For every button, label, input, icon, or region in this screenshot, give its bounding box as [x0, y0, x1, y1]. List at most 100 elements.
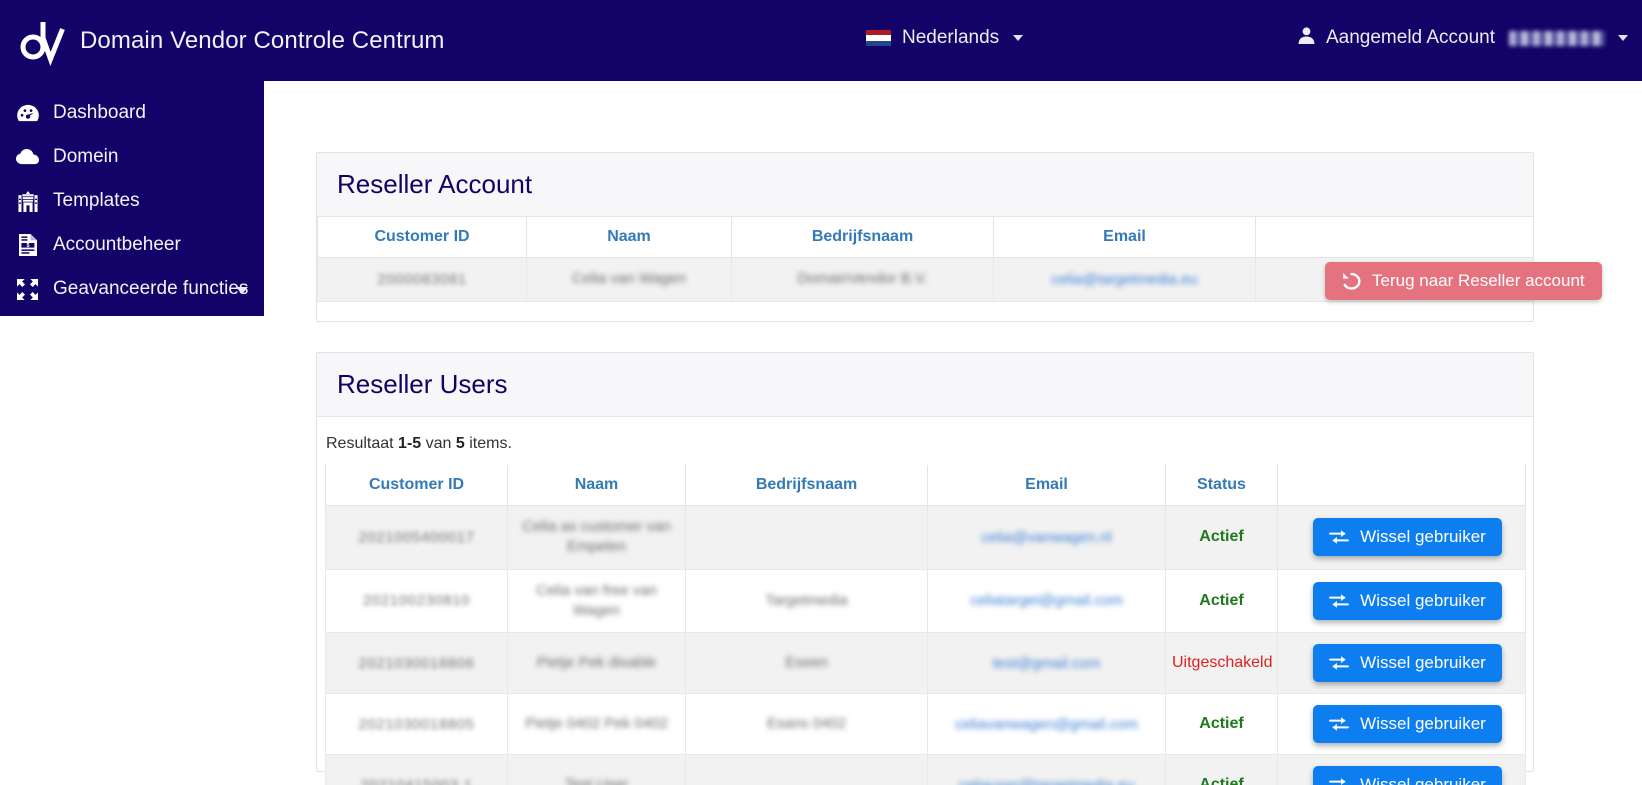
- tachometer-icon: [16, 102, 39, 124]
- result-range: 1-5: [398, 435, 422, 452]
- button-label: Wissel gebruiker: [1360, 653, 1486, 672]
- sidebar-item-dashboard[interactable]: Dashboard: [0, 91, 264, 135]
- cell-naam: Celia as customer van Empelen: [507, 505, 686, 570]
- sidebar-item-geavanceerde-functies[interactable]: Geavanceerde functies: [0, 267, 264, 311]
- status-badge: Actief: [1199, 715, 1244, 732]
- sidebar-item-label: Domein: [53, 146, 119, 167]
- wissel-gebruiker-button[interactable]: Wissel gebruiker: [1313, 705, 1502, 743]
- column-header-naam[interactable]: Naam: [507, 465, 686, 506]
- language-selector[interactable]: Nederlands: [866, 27, 1024, 49]
- wissel-gebruiker-button[interactable]: Wissel gebruiker: [1313, 644, 1502, 682]
- column-header-naam[interactable]: Naam: [526, 217, 732, 258]
- svg-text:$: $: [26, 243, 29, 249]
- cell-customer-id: 202100230810: [325, 568, 508, 633]
- cell-naam: Pietje Pek disable: [507, 632, 686, 694]
- cell-naam: Celia van Wagen: [526, 257, 732, 302]
- cell-naam: Pietje 0402 Pek 0402: [507, 693, 686, 755]
- sidebar-item-domein[interactable]: Domein: [0, 135, 264, 179]
- cell-status: Actief: [1165, 693, 1278, 755]
- sidebar-item-label: Geavanceerde functies: [53, 278, 249, 299]
- cell-status: Actief: [1165, 568, 1278, 633]
- page-title: Reseller Account: [337, 169, 533, 199]
- netherlands-flag-icon: [866, 29, 891, 47]
- terug-naar-reseller-account-button[interactable]: Terug naar Reseller account: [1325, 262, 1602, 300]
- cloud-icon: [16, 146, 39, 168]
- reseller-users-table: Customer ID Naam Bedrijfsnaam Email Stat…: [325, 465, 1526, 785]
- reseller-users-card: Reseller Users Resultaat 1-5 van 5 items…: [316, 352, 1534, 785]
- top-header-bar: Domain Vendor Controle Centrum Nederland…: [0, 0, 1642, 81]
- sidebar-item-templates[interactable]: Templates: [0, 179, 264, 223]
- column-header-status[interactable]: Status: [1165, 465, 1278, 506]
- language-label: Nederlands: [902, 27, 1000, 48]
- sidebar-nav: Dashboard Domein Templates $ Accountbehe…: [0, 81, 264, 316]
- cell-customer-id: 2000083081: [317, 257, 527, 302]
- account-menu[interactable]: Aangemeld Account: [1297, 26, 1628, 50]
- column-header-actions: [1255, 217, 1534, 258]
- user-icon: [1297, 26, 1316, 50]
- cell-customer-id: 20210415003 1: [325, 754, 508, 785]
- column-header-email[interactable]: Email: [993, 217, 1256, 258]
- column-header-bedrijfsnaam[interactable]: Bedrijfsnaam: [685, 465, 928, 506]
- brand[interactable]: Domain Vendor Controle Centrum: [0, 15, 445, 67]
- cell-bedrijfsnaam: DomainVendor B.V.: [731, 257, 994, 302]
- sidebar-item-accountbeheer[interactable]: $ Accountbeheer: [0, 223, 264, 267]
- reseller-users-table-body: 2021005400017 Celia as customer van Empel…: [325, 505, 1526, 785]
- main-content: Reseller Account Customer ID Naam Bedrij…: [264, 81, 1642, 785]
- chevron-down-icon[interactable]: [236, 287, 248, 294]
- exchange-arrows-icon: [1329, 716, 1350, 732]
- sidebar-item-label: Dashboard: [53, 102, 146, 123]
- table-row: 20210415003 1 Test User celiauser@targetme…: [325, 754, 1526, 785]
- cell-bedrijfsnaam: Eseen: [685, 632, 928, 694]
- cell-naam: Celia van free van Wagen: [507, 568, 686, 633]
- button-label: Wissel gebruiker: [1360, 527, 1486, 547]
- chevron-down-icon: [1618, 35, 1628, 41]
- cell-customer-id: 2021030018805: [325, 693, 508, 755]
- cell-customer-id: 2021005400017: [325, 505, 508, 570]
- cell-bedrijfsnaam: Targetmedia: [685, 568, 928, 633]
- status-badge: Actief: [1199, 776, 1244, 785]
- dv-monogram-logo: [18, 15, 66, 67]
- column-header-customer-id[interactable]: Customer ID: [325, 465, 508, 506]
- app-title: Domain Vendor Controle Centrum: [80, 26, 445, 54]
- cell-email[interactable]: celiauser@targetmedia.eu: [927, 754, 1166, 785]
- table-header-row: Customer ID Naam Bedrijfsnaam Email Stat…: [325, 465, 1526, 506]
- exchange-arrows-icon: [1329, 777, 1349, 785]
- column-header-actions: [1277, 465, 1526, 506]
- sidebar-item-label: Templates: [53, 190, 140, 211]
- wissel-gebruiker-button[interactable]: Wissel gebruiker: [1313, 518, 1502, 557]
- reseller-users-card-body: Resultaat 1-5 van 5 items. Customer ID N…: [317, 417, 1533, 785]
- column-header-bedrijfsnaam[interactable]: Bedrijfsnaam: [731, 217, 994, 258]
- column-header-email[interactable]: Email: [927, 465, 1166, 506]
- cell-actions: Wissel gebruiker: [1277, 632, 1526, 694]
- cell-email[interactable]: celiavanwagen@gmail.com: [927, 693, 1166, 755]
- wissel-gebruiker-button[interactable]: Wissel gebruiker: [1313, 766, 1502, 785]
- account-name-redacted: [1509, 30, 1605, 46]
- reseller-account-card-header: Reseller Account: [317, 153, 1533, 217]
- cell-status: Actief: [1165, 505, 1278, 570]
- cell-email[interactable]: celiatarget@gmail.com: [927, 568, 1166, 633]
- cell-bedrijfsnaam: Esans 0402: [685, 693, 928, 755]
- cell-naam: Test User: [507, 754, 686, 785]
- column-header-customer-id[interactable]: Customer ID: [317, 217, 527, 258]
- cell-actions: Wissel gebruiker: [1277, 505, 1526, 570]
- button-label: Wissel gebruiker: [1360, 714, 1486, 733]
- table-row: 2021030018805 Pietje 0402 Pek 0402 Esans 0…: [325, 693, 1526, 755]
- status-badge: Uitgeschakeld: [1172, 654, 1273, 671]
- cell-bedrijfsnaam: [685, 754, 928, 785]
- sidebar-item-label: Accountbeheer: [53, 234, 181, 255]
- chevron-down-icon: [1013, 35, 1024, 41]
- button-label: Wissel gebruiker: [1360, 775, 1486, 785]
- result-total: 5: [455, 435, 465, 452]
- exchange-arrows-icon: [1329, 529, 1350, 545]
- cell-actions: Wissel gebruiker: [1277, 693, 1526, 755]
- button-label: Terug naar Reseller account: [1372, 271, 1585, 290]
- cell-email[interactable]: celia@vanwagen.nl: [927, 505, 1166, 570]
- cell-email[interactable]: celia@targetmedia.eu: [993, 257, 1256, 302]
- wissel-gebruiker-button[interactable]: Wissel gebruiker: [1313, 581, 1502, 620]
- cell-email[interactable]: test@gmail.com: [927, 632, 1166, 694]
- exchange-arrows-icon: [1329, 655, 1350, 671]
- cell-status: Actief: [1165, 754, 1278, 785]
- cell-bedrijfsnaam: [685, 505, 928, 570]
- rotate-left-icon: [1342, 272, 1361, 290]
- expand-arrows-icon: [16, 278, 39, 300]
